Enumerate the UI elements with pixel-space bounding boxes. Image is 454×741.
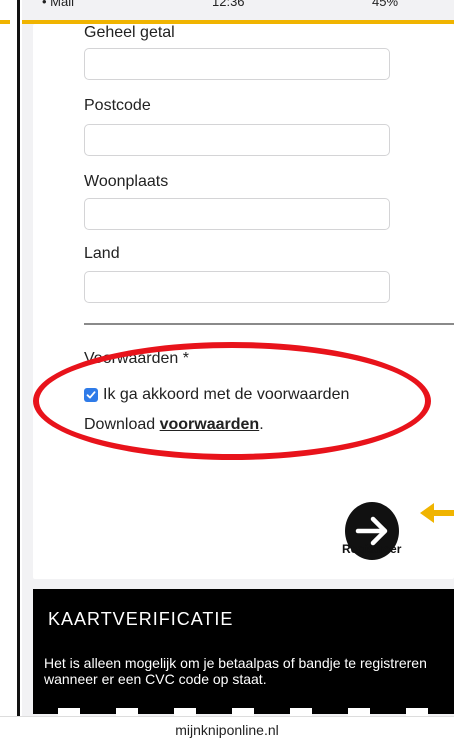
status-battery: 45% <box>372 0 399 9</box>
field-label-country: Land <box>84 245 120 262</box>
dash <box>232 708 254 716</box>
field-label-postcode: Postcode <box>84 97 151 114</box>
field-label-number: Geheel getal <box>84 24 175 41</box>
dash <box>290 708 312 716</box>
postcode-field[interactable] <box>84 124 390 156</box>
field-label-city: Woonplaats <box>84 173 169 190</box>
dash-divider <box>33 708 454 716</box>
card-verification-panel <box>33 589 454 714</box>
info-title: KAARTVERIFICATIE <box>48 609 234 629</box>
dash <box>174 708 196 716</box>
dash <box>406 708 428 716</box>
annotation-arrow-icon <box>420 503 454 523</box>
country-field[interactable] <box>84 271 390 303</box>
dash <box>116 708 138 716</box>
register-button-label[interactable]: Registreer <box>342 542 401 556</box>
number-field[interactable] <box>84 48 390 80</box>
section-divider <box>84 323 454 325</box>
status-time: 12:36 <box>212 0 245 9</box>
info-text: Het is alleen mogelijk om je betaalpas o… <box>44 655 427 687</box>
left-border-line <box>17 0 20 740</box>
annotation-ellipse <box>33 342 431 460</box>
status-carrier: • Mail <box>42 0 74 9</box>
dash <box>58 708 80 716</box>
url-text[interactable]: mijnkniponline.nl <box>0 722 454 738</box>
status-bar: • Mail 12:36 45% <box>22 0 454 14</box>
dash <box>348 708 370 716</box>
left-border <box>0 0 22 740</box>
annotation-line-tip <box>0 20 10 24</box>
city-field[interactable] <box>84 198 390 230</box>
